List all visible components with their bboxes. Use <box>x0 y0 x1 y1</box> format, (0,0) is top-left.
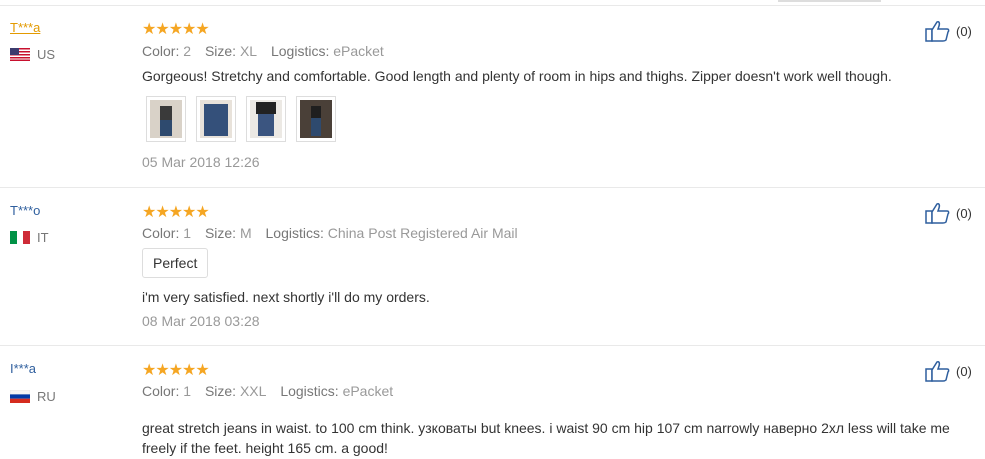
helpful-button[interactable]: (0) <box>925 20 972 42</box>
logistics-value: ePacket <box>342 383 394 399</box>
color-label: Color: <box>142 383 180 399</box>
country-code: US <box>37 47 56 62</box>
helpful-button[interactable]: (0) <box>925 202 972 224</box>
it-flag-icon <box>10 231 30 244</box>
review-photo-thumbnail[interactable] <box>146 96 186 142</box>
star-rating: ★★★★★ <box>142 362 210 379</box>
color-label: Color: <box>142 43 180 59</box>
review-divider <box>0 345 985 346</box>
us-flag-icon <box>10 48 30 61</box>
order-attributes: Color: 2 Size: XL Logistics: ePacket <box>142 43 394 59</box>
reviewer-name[interactable]: I***a <box>10 361 36 376</box>
review-date: 05 Mar 2018 12:26 <box>142 154 260 170</box>
helpful-button[interactable]: (0) <box>925 360 972 382</box>
country-code: IT <box>37 230 49 245</box>
order-attributes: Color: 1 Size: M Logistics: China Post R… <box>142 225 528 241</box>
reviewer-country: IT <box>10 230 49 245</box>
reviewer-country: RU <box>10 389 56 404</box>
thumbs-up-icon <box>925 21 950 42</box>
logistics-label: Logistics: <box>265 225 324 241</box>
review-text: i'm very satisfied. next shortly i'll do… <box>142 289 430 305</box>
top-scroll-indicator <box>778 0 881 2</box>
review-tag: Perfect <box>142 248 209 278</box>
size-value: XXL <box>239 383 267 399</box>
thumbs-up-icon <box>925 203 950 224</box>
logistics-value: ePacket <box>333 43 384 59</box>
size-label: Size: <box>204 225 237 241</box>
review-photo-thumbnail[interactable] <box>196 96 236 142</box>
top-divider <box>0 5 985 6</box>
reviewer-name[interactable]: T***o <box>10 203 40 218</box>
logistics-label: Logistics: <box>270 43 330 59</box>
color-value: 1 <box>183 225 192 241</box>
review-divider <box>0 187 985 188</box>
size-value: M <box>239 225 252 241</box>
review-photo-thumbnail[interactable] <box>296 96 336 142</box>
ru-flag-icon <box>10 390 30 403</box>
helpful-count: (0) <box>956 205 972 221</box>
color-value: 2 <box>183 43 192 59</box>
review-date: 08 Mar 2018 03:28 <box>142 313 260 329</box>
size-label: Size: <box>204 43 237 59</box>
star-rating: ★★★★★ <box>142 21 210 38</box>
star-rating: ★★★★★ <box>142 204 210 221</box>
order-attributes: Color: 1 Size: XXL Logistics: ePacket <box>142 383 403 399</box>
size-value: XL <box>239 43 258 59</box>
review-text: great stretch jeans in waist. to 100 cm … <box>142 420 950 456</box>
helpful-count: (0) <box>956 23 972 39</box>
review-photo-thumbnail[interactable] <box>246 96 286 142</box>
color-value: 1 <box>183 383 192 399</box>
reviewer-name[interactable]: T***a <box>10 20 40 35</box>
review-text: Gorgeous! Stretchy and comfortable. Good… <box>142 68 892 84</box>
helpful-count: (0) <box>956 363 972 379</box>
reviewer-country: US <box>10 47 55 62</box>
logistics-label: Logistics: <box>280 383 339 399</box>
country-code: RU <box>37 389 56 404</box>
color-label: Color: <box>142 225 180 241</box>
review-photos <box>146 96 336 142</box>
logistics-value: China Post Registered Air Mail <box>327 225 518 241</box>
thumbs-up-icon <box>925 361 950 382</box>
size-label: Size: <box>204 383 237 399</box>
